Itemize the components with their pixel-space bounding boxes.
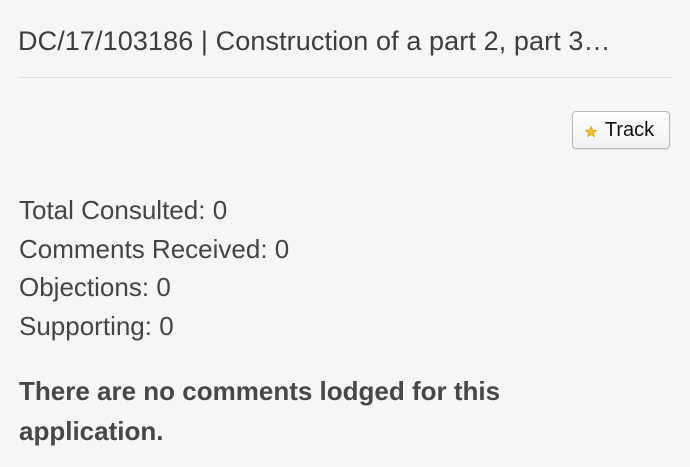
total-consulted-value: 0 bbox=[212, 195, 228, 225]
page-header: DC/17/103186 | Construction of a part 2,… bbox=[18, 0, 672, 78]
objections-value: 0 bbox=[156, 272, 171, 302]
planning-comments-page: DC/17/103186 | Construction of a part 2,… bbox=[0, 0, 690, 467]
supporting-value: 0 bbox=[159, 310, 174, 341]
supporting-label: Supporting: bbox=[19, 310, 152, 341]
comments-received-stat: Comments Received: 0 bbox=[19, 230, 289, 269]
objections-label: Objections: bbox=[19, 272, 150, 302]
track-button[interactable]: Track bbox=[572, 111, 670, 149]
total-consulted-stat: Total Consulted: 0 bbox=[19, 191, 289, 230]
comments-received-label: Comments Received: bbox=[19, 233, 268, 264]
comments-received-value: 0 bbox=[274, 233, 290, 264]
comment-statistics: Total Consulted: 0 Comments Received: 0 … bbox=[19, 191, 289, 345]
page-title: DC/17/103186 | Construction of a part 2,… bbox=[18, 26, 611, 56]
objections-stat: Objections: 0 bbox=[19, 268, 289, 307]
track-button-label: Track bbox=[604, 119, 655, 141]
no-comments-message: There are no comments lodged for this ap… bbox=[19, 376, 501, 446]
supporting-stat: Supporting: 0 bbox=[19, 307, 289, 346]
star-icon bbox=[584, 123, 598, 138]
total-consulted-label: Total Consulted: bbox=[19, 195, 206, 225]
